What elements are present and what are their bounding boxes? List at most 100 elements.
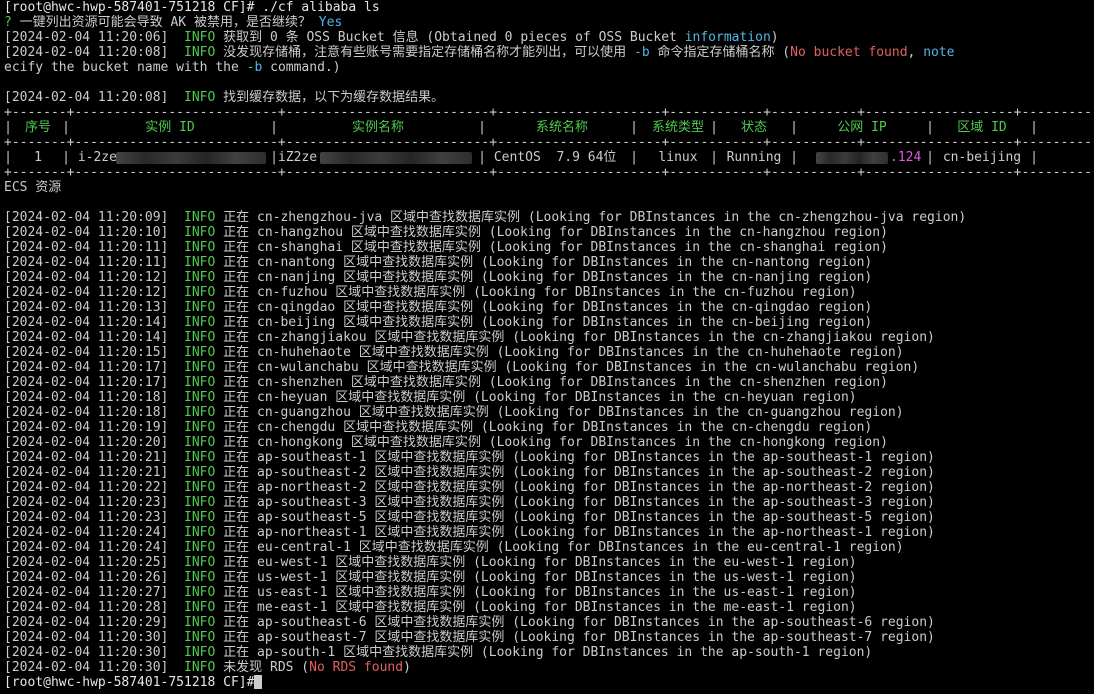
log-level: INFO [184, 510, 216, 525]
cell-os-type: linux [658, 150, 698, 165]
log-line: [2024-02-04 11:20:10] INFO 正在 cn-hangzho… [4, 225, 1094, 240]
log-line-oss: [2024-02-04 11:20:06] INFO 获取到 0 条 OSS B… [4, 30, 1094, 45]
log-time: [2024-02-04 11:20:17] [4, 375, 169, 390]
log-level: INFO [184, 585, 216, 600]
log-text: 正在 eu-central-1 区域中查找数据库实例 (Looking for … [215, 540, 904, 555]
resource-table: +-------+--------------------------+----… [4, 105, 1094, 180]
log-text: 正在 cn-nanjing 区域中查找数据库实例 (Looking for DB… [215, 270, 873, 285]
header-region: 区域 ID [957, 120, 1007, 135]
log-line: [2024-02-04 11:20:29] INFO 正在 ap-southea… [4, 615, 1094, 630]
log-text: 正在 cn-heyuan 区域中查找数据库实例 (Looking for DBI… [215, 390, 857, 405]
log-line: [2024-02-04 11:20:17] INFO 正在 cn-wulanch… [4, 360, 1094, 375]
table-divider: | [4, 150, 12, 165]
table-divider: | [62, 150, 70, 165]
terminal-window[interactable]: [root@hwc-hwp-587401-751218 CF]# ./cf al… [0, 0, 1094, 694]
table-border-bottom: +-------+--------------------------+----… [4, 165, 1094, 180]
log-list: [2024-02-04 11:20:09] INFO 正在 cn-zhengzh… [4, 210, 1094, 660]
log-time: [2024-02-04 11:20:08] [4, 45, 169, 60]
log-time: [2024-02-04 11:20:24] [4, 525, 169, 540]
log-time: [2024-02-04 11:20:14] [4, 330, 169, 345]
log-time: [2024-02-04 11:20:21] [4, 450, 169, 465]
table-divider: | [630, 120, 638, 135]
log-time: [2024-02-04 11:20:30] [4, 630, 169, 645]
table-divider: | [790, 120, 798, 135]
log-level: INFO [184, 90, 216, 105]
log-time: [2024-02-04 11:20:13] [4, 300, 169, 315]
log-text: 正在 cn-shenzhen 区域中查找数据库实例 (Looking for D… [215, 375, 888, 390]
log-text: 正在 cn-chengdu 区域中查找数据库实例 (Looking for DB… [215, 420, 873, 435]
log-text: 正在 cn-nantong 区域中查找数据库实例 (Looking for DB… [215, 255, 873, 270]
log-time: [2024-02-04 11:20:15] [4, 345, 169, 360]
log-level: INFO [184, 315, 216, 330]
log-time: [2024-02-04 11:20:17] [4, 360, 169, 375]
log-line: [2024-02-04 11:20:15] INFO 正在 cn-huhehao… [4, 345, 1094, 360]
log-level: INFO [184, 225, 216, 240]
log-time: [2024-02-04 11:20:10] [4, 225, 169, 240]
log-level: INFO [184, 255, 216, 270]
log-text: 正在 eu-west-1 区域中查找数据库实例 (Looking for DBI… [215, 555, 857, 570]
log-line: [2024-02-04 11:20:22] INFO 正在 ap-northea… [4, 480, 1094, 495]
log-text: 正在 ap-southeast-3 区域中查找数据库实例 (Looking fo… [215, 495, 935, 510]
log-text: 正在 cn-guangzhou 区域中查找数据库实例 (Looking for … [215, 405, 904, 420]
log-level: INFO [184, 45, 216, 60]
log-level: INFO [184, 345, 216, 360]
table-divider: | [62, 120, 70, 135]
log-line: [2024-02-04 11:20:23] INFO 正在 ap-southea… [4, 495, 1094, 510]
log-line-bucket-wrap: ecify the bucket name with the -b comman… [4, 60, 1094, 75]
table-divider: | [710, 120, 718, 135]
confirm-answer: Yes [310, 15, 343, 30]
log-text: 正在 ap-northeast-2 区域中查找数据库实例 (Looking fo… [215, 480, 935, 495]
log-text: 正在 ap-northeast-1 区域中查找数据库实例 (Looking fo… [215, 525, 935, 540]
log-level: INFO [184, 435, 216, 450]
log-level: INFO [184, 450, 216, 465]
cell-public-ip: .124 [890, 150, 922, 165]
table-divider: | [1030, 120, 1038, 135]
log-line: [2024-02-04 11:20:13] INFO 正在 cn-qingdao… [4, 300, 1094, 315]
log-line: [2024-02-04 11:20:11] INFO 正在 cn-nantong… [4, 255, 1094, 270]
log-level: INFO [184, 210, 216, 225]
shell-prompt: [root@hwc-hwp-587401-751218 CF]# [4, 675, 255, 690]
header-index: 序号 [24, 120, 51, 135]
log-level: INFO [184, 285, 216, 300]
header-os-name: 系统名称 [535, 120, 588, 135]
log-tail: ) [770, 30, 779, 45]
log-time: [2024-02-04 11:20:30] [4, 645, 169, 660]
log-time: [2024-02-04 11:20:21] [4, 465, 169, 480]
table-border-top: +-------+--------------------------+----… [4, 105, 1094, 120]
log-level: INFO [184, 645, 216, 660]
log-time: [2024-02-04 11:20:27] [4, 585, 169, 600]
table-divider: | [926, 150, 934, 165]
question-mark-icon: ? [4, 15, 12, 30]
table-divider: | [478, 120, 486, 135]
log-time: [2024-02-04 11:20:18] [4, 390, 169, 405]
log-line: [2024-02-04 11:20:21] INFO 正在 ap-southea… [4, 450, 1094, 465]
cell-os-name: CentOS 7.9 64位 [486, 150, 638, 165]
log-line: [2024-02-04 11:20:18] INFO 正在 cn-heyuan … [4, 390, 1094, 405]
log-text: 正在 ap-southeast-5 区域中查找数据库实例 (Looking fo… [215, 510, 935, 525]
log-time: [2024-02-04 11:20:08] [4, 90, 169, 105]
log-level: INFO [184, 360, 216, 375]
log-line: [2024-02-04 11:20:19] INFO 正在 cn-chengdu… [4, 420, 1094, 435]
redacted-instance-id [116, 152, 266, 164]
log-time: [2024-02-04 11:20:06] [4, 30, 169, 45]
log-text: 找到缓存数据，以下为缓存数据结果。 [215, 90, 445, 105]
log-time: [2024-02-04 11:20:26] [4, 570, 169, 585]
header-public-ip: 公网 IP [837, 120, 887, 135]
log-text: 正在 ap-southeast-6 区域中查找数据库实例 (Looking fo… [215, 615, 935, 630]
log-level: INFO [184, 465, 216, 480]
log-time: [2024-02-04 11:20:23] [4, 510, 169, 525]
table-divider: | [270, 120, 278, 135]
log-time: [2024-02-04 11:20:29] [4, 615, 169, 630]
table-divider: | [1030, 150, 1038, 165]
log-level: INFO [184, 30, 216, 45]
log-text: 正在 cn-shanghai 区域中查找数据库实例 (Looking for D… [215, 240, 888, 255]
log-line: [2024-02-04 11:20:17] INFO 正在 cn-shenzhe… [4, 375, 1094, 390]
final-prompt-line[interactable]: [root@hwc-hwp-587401-751218 CF]# [4, 675, 1094, 690]
wrap-tail: command.) [262, 60, 341, 75]
log-line: [2024-02-04 11:20:14] INFO 正在 cn-beijing… [4, 315, 1094, 330]
log-text: 正在 ap-southeast-2 区域中查找数据库实例 (Looking fo… [215, 465, 935, 480]
log-time: [2024-02-04 11:20:14] [4, 315, 169, 330]
log-time: [2024-02-04 11:20:24] [4, 540, 169, 555]
log-text: 正在 us-west-1 区域中查找数据库实例 (Looking for DBI… [215, 570, 857, 585]
log-text: 正在 cn-fuzhou 区域中查找数据库实例 (Looking for DBI… [215, 285, 857, 300]
